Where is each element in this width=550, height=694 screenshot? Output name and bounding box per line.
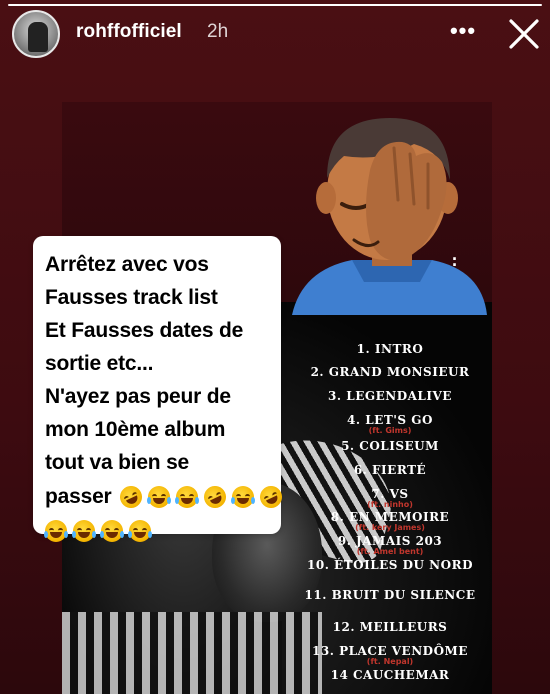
caption-line: sortie etc... — [45, 352, 154, 375]
track-item: 10. ÉTOILES DU NORD — [307, 558, 473, 572]
track-feat: (ft. ninho) — [367, 500, 413, 509]
caption-card: Arrêtez avec vos Fausses track list Et F… — [33, 236, 286, 542]
track-item: 12. MEILLEURS — [332, 620, 448, 634]
close-button[interactable] — [505, 15, 543, 53]
cry-emoji-icon — [128, 519, 152, 542]
avatar[interactable] — [12, 10, 60, 58]
caption-line: Et Fausses dates de — [45, 319, 244, 342]
caption-line: tout va bien se — [45, 451, 190, 474]
track-feat: (ft. kery James) — [355, 523, 425, 532]
username[interactable]: rohffofficiel — [76, 21, 182, 43]
caption-emoji-row — [44, 515, 281, 547]
track-feat: (ft. Nepal) — [366, 657, 414, 666]
track-item: 5. COLISEUM — [341, 439, 439, 453]
artist-jacket-pattern — [62, 612, 322, 694]
track-item: 4. LET'S GO — [347, 413, 433, 427]
joy-emoji-icon — [147, 486, 172, 509]
rofl-emoji-icon — [200, 482, 230, 513]
track-item: 14 CAUCHEMAR — [330, 668, 450, 682]
story-header: rohffofficiel 2h ••• — [0, 0, 550, 70]
more-options-button[interactable]: ••• — [446, 18, 480, 48]
track-item: 1. INTRO — [356, 342, 424, 356]
caption-word: passer — [45, 485, 112, 509]
track-item: 3. LEGENDALIVE — [328, 389, 452, 403]
track-feat: (ft. Gims) — [368, 426, 412, 435]
more-icon: ••• — [449, 18, 477, 43]
cry-emoji-icon — [100, 519, 124, 542]
story-viewer[interactable]: rohffofficiel 2h ••• ··· 1. INTRO2. GRAN… — [0, 0, 550, 694]
track-item: 9. JAMAIS 203 — [337, 534, 443, 548]
caption-line: Arrêtez avec vos — [45, 253, 209, 276]
track-item: 11. BRUIT DU SILENCE — [304, 588, 476, 602]
track-item: 8. EN MEMOIRE — [330, 510, 450, 524]
track-item: 7. VS — [371, 487, 409, 501]
track-feat: (ft. Amel bent) — [356, 547, 424, 556]
rofl-emoji-icon — [116, 482, 146, 513]
track-item: 2. GRAND MONSIEUR — [310, 365, 470, 379]
joy-emoji-icon — [175, 486, 200, 509]
avatar-figure-icon — [28, 22, 48, 52]
caption-line: Fausses track list — [45, 286, 218, 309]
caption-line: N'ayez pas peur de — [45, 385, 231, 408]
post-time: 2h — [207, 21, 229, 42]
track-item: 6. FIERTÉ — [353, 463, 427, 477]
joy-emoji-icon — [231, 486, 256, 509]
joy-emoji-icon — [44, 519, 68, 542]
caption-line: mon 10ème album — [45, 418, 226, 441]
facepalm-emoji-icon — [292, 118, 487, 315]
track-item: 13. PLACE VENDÔME — [312, 644, 468, 658]
joy-emoji-icon — [72, 519, 96, 542]
close-icon — [509, 19, 539, 49]
caption-last-line: passer — [45, 481, 286, 513]
